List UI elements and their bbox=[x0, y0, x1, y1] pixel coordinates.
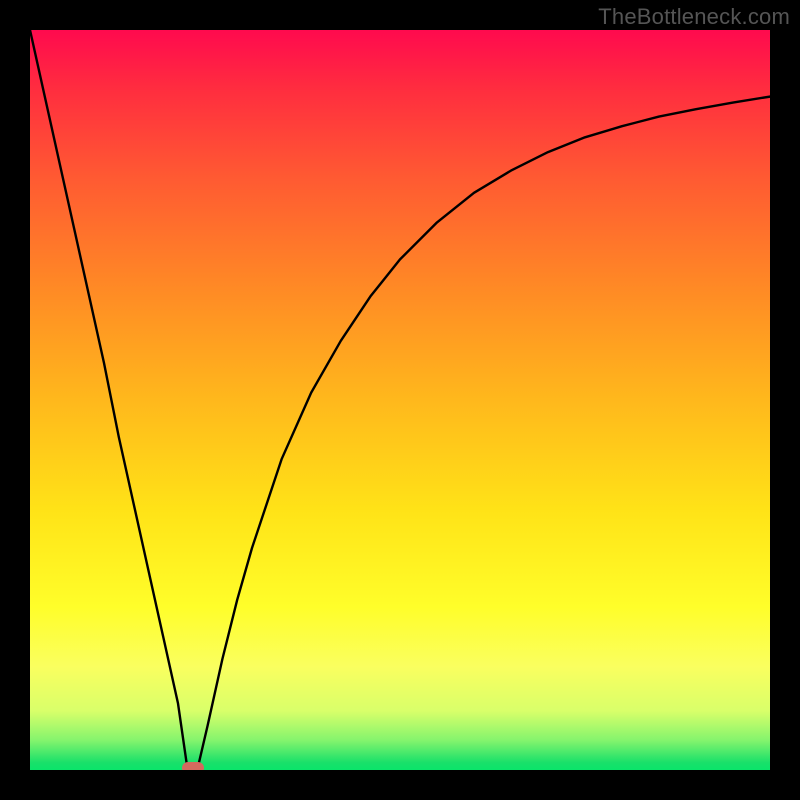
curve-svg bbox=[30, 30, 770, 770]
watermark-text: TheBottleneck.com bbox=[598, 4, 790, 30]
minimum-marker bbox=[182, 762, 204, 770]
chart-frame: TheBottleneck.com bbox=[0, 0, 800, 800]
plot-area bbox=[30, 30, 770, 770]
bottleneck-curve bbox=[30, 30, 770, 770]
